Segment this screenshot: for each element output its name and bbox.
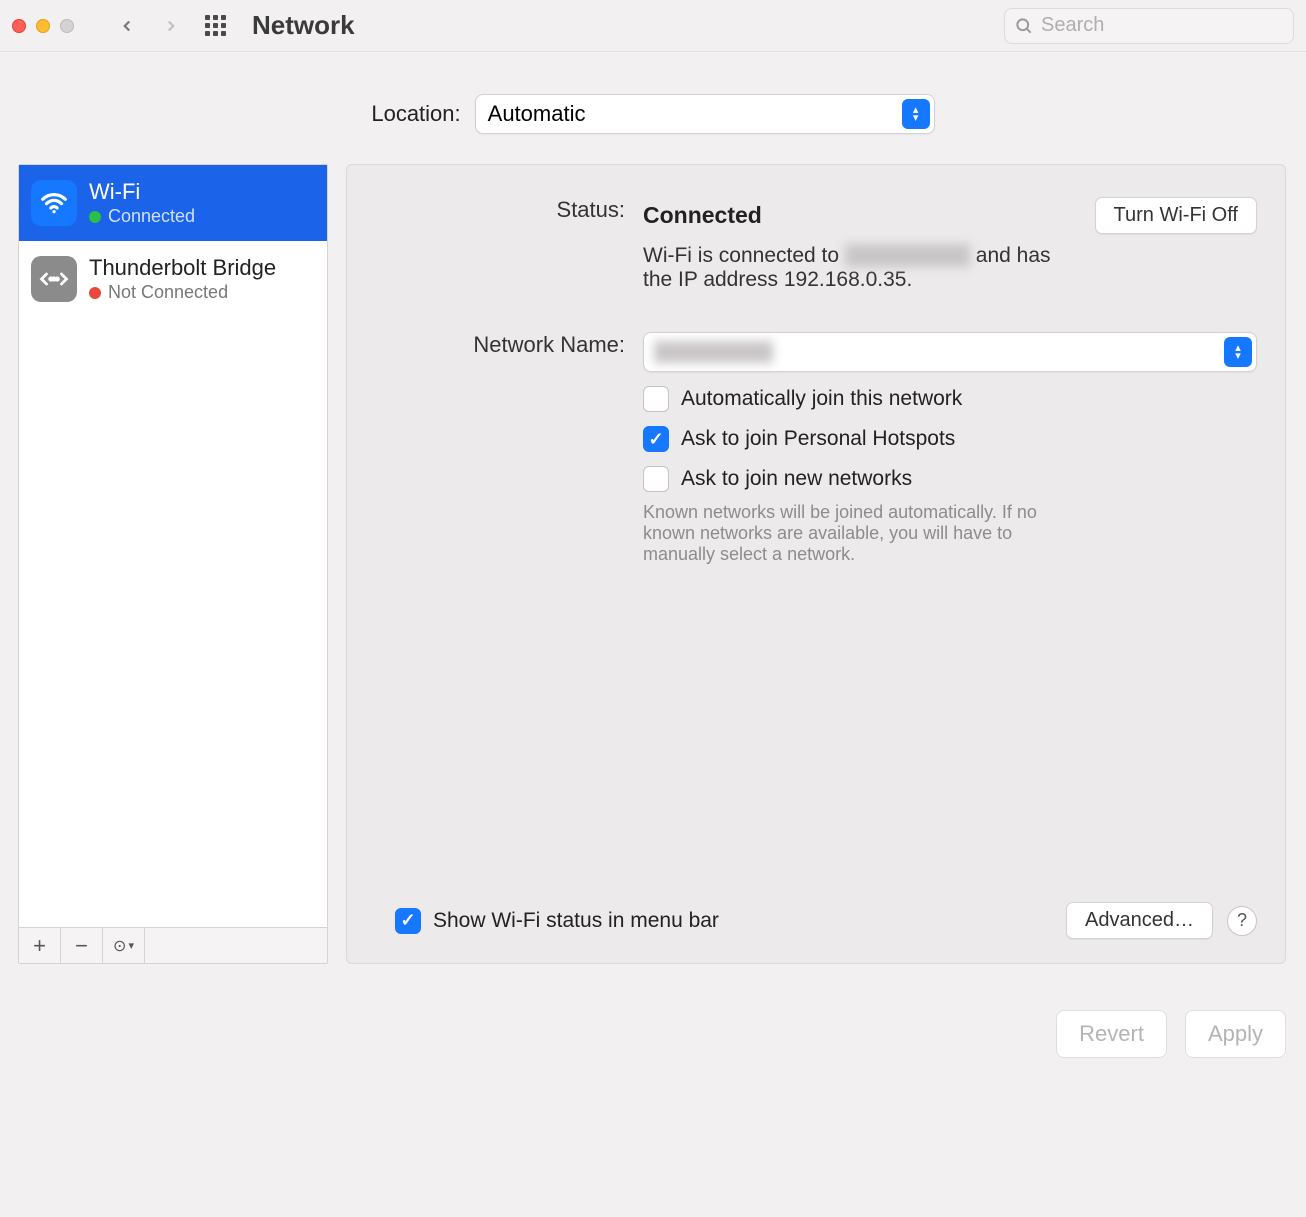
details-footer: Show Wi-Fi status in menu bar Advanced… … [375,902,1257,939]
page-title: Network [252,10,355,41]
sidebar-item-status: Connected [89,206,195,227]
maximize-window-button[interactable] [60,19,74,33]
status-label: Status: [375,197,625,223]
redacted-ssid: ████████ [845,244,970,267]
location-select-button[interactable]: Automatic [475,94,935,134]
back-button[interactable] [110,9,144,43]
new-networks-label: Ask to join new networks [681,467,912,491]
search-field[interactable] [1004,8,1294,44]
wifi-icon [31,180,77,226]
menubar-checkbox-row[interactable]: Show Wi-Fi status in menu bar [395,908,719,934]
thunderbolt-icon [31,256,77,302]
add-service-button[interactable]: + [19,928,61,963]
close-window-button[interactable] [12,19,26,33]
advanced-button[interactable]: Advanced… [1066,902,1213,939]
chevron-left-icon [118,17,136,35]
chevron-down-icon: ▾ [128,939,134,952]
remove-service-button[interactable]: − [61,928,103,963]
new-networks-checkbox-row[interactable]: Ask to join new networks [643,466,1257,492]
service-details-panel: Status: Connected Turn Wi-Fi Off Wi-Fi i… [346,164,1286,964]
hotspots-label: Ask to join Personal Hotspots [681,427,955,451]
sidebar-item-wifi[interactable]: Wi-Fi Connected [19,165,327,241]
status-dot-icon [89,211,101,223]
location-select[interactable]: Automatic [475,94,935,134]
new-networks-checkbox[interactable] [643,466,669,492]
network-services-list: Wi-Fi Connected Thunderbolt Bridge Not C… [18,164,328,964]
minimize-window-button[interactable] [36,19,50,33]
status-dot-icon [89,287,101,299]
revert-button[interactable]: Revert [1056,1010,1167,1058]
sidebar-item-status: Not Connected [89,282,276,303]
circle-ellipsis-icon: ⊙ [113,936,126,956]
sidebar-item-name: Wi-Fi [89,179,195,205]
sidebar-item-thunderbolt-bridge[interactable]: Thunderbolt Bridge Not Connected [19,241,327,317]
hotspots-checkbox-row[interactable]: Ask to join Personal Hotspots [643,426,1257,452]
traffic-lights [12,19,74,33]
network-name-select[interactable]: ████████ [643,332,1257,372]
toolbar: Network [0,0,1306,52]
auto-join-checkbox-row[interactable]: Automatically join this network [643,386,1257,412]
window-buttons: Revert Apply [0,984,1306,1058]
location-row: Location: Automatic [0,52,1306,164]
menubar-label: Show Wi-Fi status in menu bar [433,909,719,933]
forward-button[interactable] [154,9,188,43]
auto-join-label: Automatically join this network [681,387,962,411]
network-name-label: Network Name: [375,332,625,358]
redacted-network-name: ████████ [654,341,773,363]
menubar-checkbox[interactable] [395,908,421,934]
help-button[interactable]: ? [1227,906,1257,936]
toggle-wifi-button[interactable]: Turn Wi-Fi Off [1095,197,1257,234]
hotspots-checkbox[interactable] [643,426,669,452]
chevron-right-icon [162,17,180,35]
sidebar-item-name: Thunderbolt Bridge [89,255,276,281]
status-description: Wi-Fi is connected to ████████ and has t… [643,244,1073,292]
search-icon [1014,16,1034,36]
search-input[interactable] [1004,8,1294,44]
content: Wi-Fi Connected Thunderbolt Bridge Not C… [0,164,1306,984]
show-all-button[interactable] [198,9,232,43]
auto-join-checkbox[interactable] [643,386,669,412]
grid-icon [205,15,226,36]
sidebar-buttons: + − ⊙ ▾ [19,927,327,963]
status-value: Connected [643,202,1075,229]
location-label: Location: [371,101,460,127]
service-options-button[interactable]: ⊙ ▾ [103,928,145,963]
new-networks-description: Known networks will be joined automatica… [643,502,1083,565]
apply-button[interactable]: Apply [1185,1010,1286,1058]
